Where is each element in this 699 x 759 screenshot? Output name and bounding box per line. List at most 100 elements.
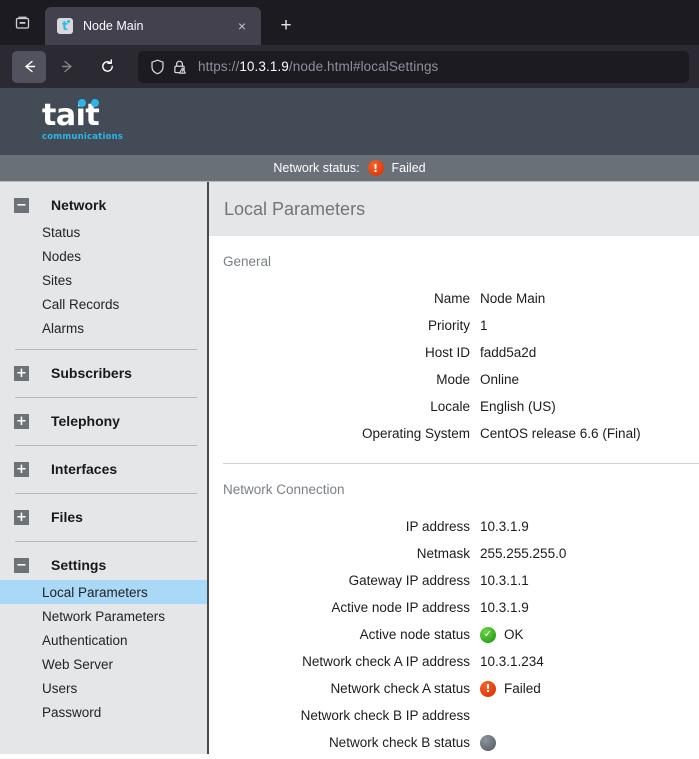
url-host: 10.3.1.9	[239, 59, 289, 74]
unknown-status-icon	[480, 734, 496, 751]
field-value: 10.3.1.234	[480, 654, 544, 669]
field-row: IP address 10.3.1.9	[223, 513, 699, 540]
sidebar-group-label: Interfaces	[51, 461, 118, 477]
field-row: Gateway IP address 10.3.1.1	[223, 567, 699, 594]
sidebar-item-nodes[interactable]: Nodes	[0, 244, 207, 268]
sidebar-group-interfaces[interactable]: + Interfaces	[0, 454, 207, 484]
field-label: Network check B status	[328, 735, 470, 750]
sidebar-group-settings[interactable]: − Settings	[0, 550, 207, 580]
field-row: Network check B IP address	[223, 702, 699, 729]
field-label: Operating System	[361, 426, 470, 441]
field-label: IP address	[405, 519, 470, 534]
sidebar-group-telephony[interactable]: + Telephony	[0, 406, 207, 436]
field-label: Mode	[436, 372, 470, 387]
section-title: Network Connection	[223, 482, 345, 497]
field-value: 10.3.1.9	[480, 519, 529, 534]
collapse-icon[interactable]: −	[14, 197, 29, 213]
failed-icon: !	[367, 160, 384, 176]
sidebar-group-files[interactable]: + Files	[0, 502, 207, 532]
tait-logo: tait communications	[42, 99, 123, 142]
sidebar-item-password[interactable]: Password	[0, 700, 207, 724]
sidebar-item-network-parameters[interactable]: Network Parameters	[0, 604, 207, 628]
sidebar-item-local-parameters[interactable]: Local Parameters	[0, 580, 207, 604]
collapse-icon[interactable]: −	[14, 557, 29, 573]
close-icon[interactable]: ×	[231, 15, 253, 37]
sidebar-item-call-records[interactable]: Call Records	[0, 292, 207, 316]
field-label: Name	[433, 291, 470, 306]
favicon-icon: t	[57, 18, 73, 34]
field-value: Node Main	[480, 291, 546, 306]
field-value: Failed	[504, 681, 541, 696]
sidebar-group-subscribers[interactable]: + Subscribers	[0, 358, 207, 388]
sidebar-divider	[15, 349, 197, 350]
field-row: Netmask 255.255.255.0	[223, 540, 699, 567]
field-value-wrap: ✓ OK	[480, 626, 524, 643]
reload-icon[interactable]	[90, 51, 124, 83]
field-label: Host ID	[424, 345, 470, 360]
tab-list-icon[interactable]	[0, 0, 45, 45]
field-value: 10.3.1.1	[480, 573, 529, 588]
field-value: 10.3.1.9	[480, 600, 529, 615]
section-network-connection: Network Connection IP address 10.3.1.9 N…	[209, 464, 699, 754]
forward-arrow-icon[interactable]	[50, 51, 84, 83]
field-value-wrap: ! Failed	[480, 680, 541, 697]
section-general: General Name Node Main Priority 1 Host I…	[209, 236, 699, 447]
network-status-bar: Network status: ! Failed	[0, 155, 699, 182]
network-status-value: Failed	[391, 161, 426, 175]
expand-icon[interactable]: +	[14, 461, 29, 477]
sidebar-item-alarms[interactable]: Alarms	[0, 316, 207, 340]
sidebar-item-web-server[interactable]: Web Server	[0, 652, 207, 676]
expand-icon[interactable]: +	[14, 509, 29, 525]
network-status-label: Network status:	[273, 161, 360, 175]
url-text: https://10.3.1.9/node.html#localSettings	[198, 59, 438, 74]
sidebar-item-sites[interactable]: Sites	[0, 268, 207, 292]
shield-icon[interactable]	[146, 56, 168, 78]
field-row: Name Node Main	[223, 285, 699, 312]
field-row: Active node IP address 10.3.1.9	[223, 594, 699, 621]
address-bar[interactable]: https://10.3.1.9/node.html#localSettings	[138, 50, 689, 83]
section-title: General	[223, 254, 272, 269]
page-title: Local Parameters	[224, 198, 366, 219]
app-header: tait communications	[0, 88, 699, 155]
field-value: OK	[504, 627, 524, 642]
sidebar-group-label: Files	[51, 509, 83, 525]
sidebar-divider	[15, 493, 197, 494]
sidebar-group-label: Subscribers	[51, 365, 132, 381]
field-value: CentOS release 6.6 (Final)	[480, 426, 641, 441]
sidebar-group-network[interactable]: − Network	[0, 190, 207, 220]
field-label: Network check A IP address	[302, 654, 470, 669]
field-row: Network check A IP address 10.3.1.234	[223, 648, 699, 675]
sidebar-item-status[interactable]: Status	[0, 220, 207, 244]
sidebar: − Network Status Nodes Sites Call Record…	[0, 182, 209, 754]
url-path: /node.html#localSettings	[288, 59, 439, 74]
content-header: Local Parameters	[209, 182, 699, 236]
field-label: Gateway IP address	[348, 573, 470, 588]
field-row: Mode Online	[223, 366, 699, 393]
field-value: 1	[480, 318, 488, 333]
field-label: Priority	[427, 318, 470, 333]
new-tab-button[interactable]: +	[269, 9, 303, 43]
expand-icon[interactable]: +	[14, 365, 29, 381]
logo-dots	[78, 99, 99, 108]
browser-chrome: t Node Main × + https://10.3.1.9/node.ht…	[0, 0, 699, 88]
url-prefix: https://	[198, 59, 240, 74]
field-row: Host ID fadd5a2d	[223, 339, 699, 366]
tab-title: Node Main	[83, 19, 144, 33]
lock-warning-icon[interactable]	[168, 56, 190, 78]
field-value: 255.255.255.0	[480, 546, 567, 561]
sidebar-group-label: Network	[51, 197, 107, 213]
field-label: Active node status	[359, 627, 470, 642]
browser-tab[interactable]: t Node Main ×	[45, 7, 261, 45]
field-label: Netmask	[416, 546, 470, 561]
field-row: Operating System CentOS release 6.6 (Fin…	[223, 420, 699, 447]
field-label: Locale	[430, 399, 470, 414]
sidebar-item-authentication[interactable]: Authentication	[0, 628, 207, 652]
favicon-dot	[67, 20, 70, 23]
back-arrow-icon[interactable]	[12, 50, 46, 83]
sidebar-item-users[interactable]: Users	[0, 676, 207, 700]
expand-icon[interactable]: +	[14, 413, 29, 429]
sidebar-group-label: Telephony	[51, 413, 120, 429]
field-row: Locale English (US)	[223, 393, 699, 420]
tab-strip: t Node Main × +	[0, 0, 699, 45]
page-body: − Network Status Nodes Sites Call Record…	[0, 182, 699, 754]
